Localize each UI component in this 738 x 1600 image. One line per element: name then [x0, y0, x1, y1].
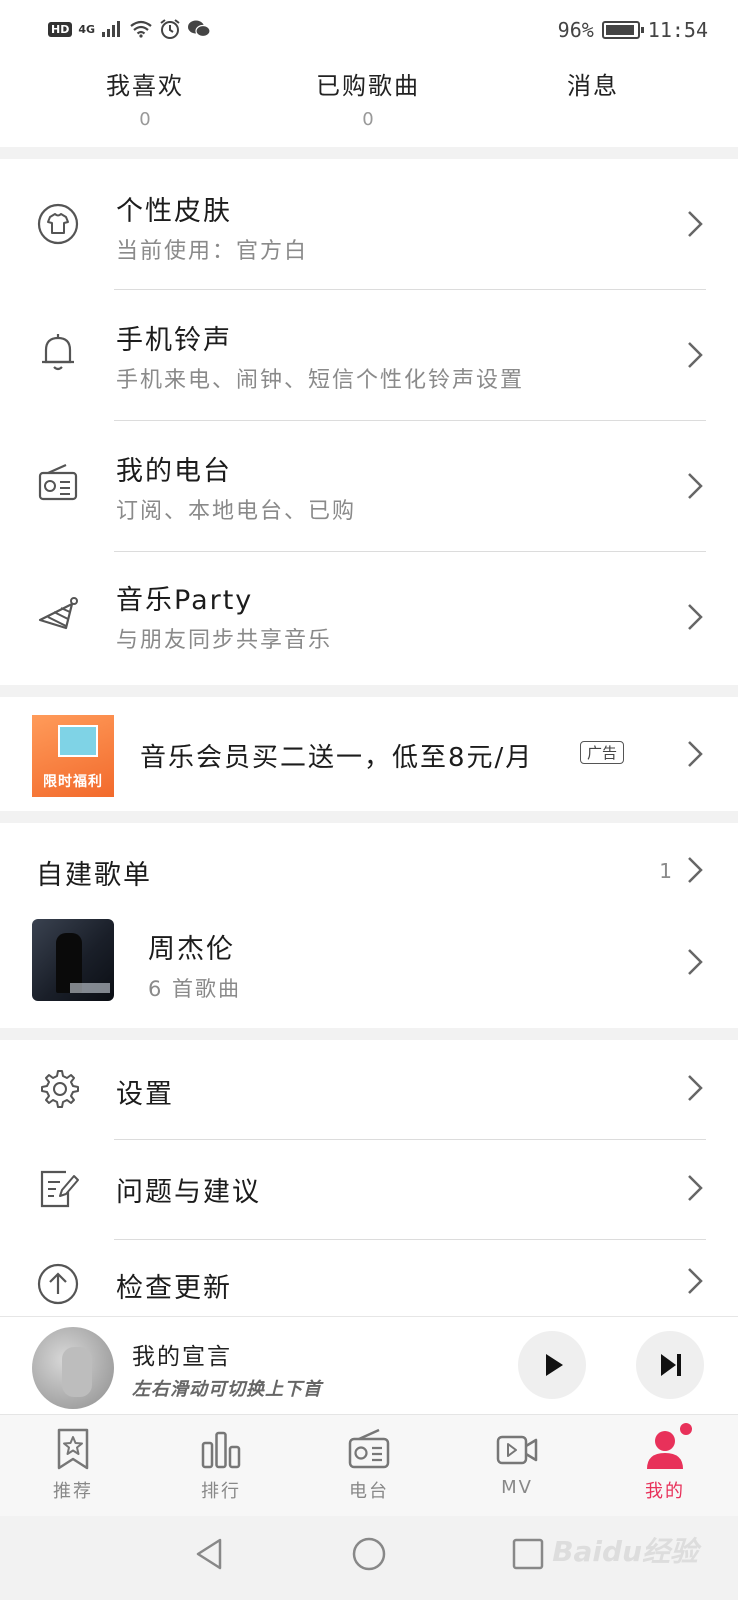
bar-chart-icon: [201, 1431, 241, 1469]
back-icon[interactable]: [190, 1534, 230, 1574]
playlist-subtitle: 6 首歌曲: [148, 977, 242, 1001]
clock: 11:54: [647, 18, 708, 42]
menu-item-feedback[interactable]: 问题与建议: [0, 1140, 738, 1240]
tab-mine[interactable]: 我的: [620, 1423, 710, 1503]
play-icon: [546, 1354, 563, 1376]
party-hat-icon: [38, 597, 78, 630]
tab-bar: 推荐 排行 电台 MV 我的: [0, 1414, 738, 1516]
battery-percent: 96%: [557, 18, 594, 42]
chevron-right-icon[interactable]: [684, 855, 706, 885]
promo-image: 限时福利: [32, 715, 114, 797]
settings-section: 设置 问题与建议 检查更新: [0, 1040, 738, 1316]
video-icon: [496, 1435, 538, 1465]
gift-icon: [58, 725, 98, 757]
tab-label: 推荐: [53, 1481, 93, 1502]
tab-radio[interactable]: 电台: [324, 1427, 414, 1503]
notification-dot: [680, 1423, 692, 1435]
chevron-right-icon: [688, 473, 703, 499]
mini-player[interactable]: 我的宣言 左右滑动可切换上下首: [0, 1316, 738, 1414]
status-right: 96% 11:54: [558, 18, 708, 42]
promo-image-text: 限时福利: [43, 774, 103, 790]
chevron-right-icon: [688, 1268, 703, 1294]
gear-icon: [41, 1070, 79, 1108]
bell-icon: [42, 334, 74, 371]
menu-title: 音乐Party: [116, 585, 254, 616]
menu-title: 设置: [116, 1079, 174, 1110]
menu-subtitle: 当前使用：官方白: [116, 239, 309, 264]
status-left: HD 4G: [48, 18, 211, 40]
menu-item-skin[interactable]: 个性皮肤 当前使用：官方白: [0, 159, 738, 290]
menu-section: 个性皮肤 当前使用：官方白 手机铃声 手机来电、闹钟、短信个性化铃声设置 我的电…: [0, 159, 738, 685]
stats-bar: 我喜欢 0 已购歌曲 0 消息: [0, 62, 738, 147]
recents-icon[interactable]: [508, 1534, 548, 1574]
chevron-right-icon: [688, 1075, 703, 1101]
menu-title: 我的电台: [116, 456, 232, 487]
menu-subtitle: 订阅、本地电台、已购: [116, 499, 357, 524]
status-bar: HD 4G 96% 11:54: [0, 0, 738, 62]
wechat-icon: [188, 20, 211, 38]
tab-label: 排行: [201, 1481, 241, 1502]
stat-count: 0: [139, 109, 151, 130]
menu-title: 个性皮肤: [116, 196, 232, 227]
alarm-icon: [160, 19, 180, 39]
hd-indicator: HD: [48, 21, 73, 37]
menu-item-update[interactable]: 检查更新: [0, 1240, 738, 1316]
chevron-right-icon: [688, 949, 703, 975]
playlist-section: 自建歌单 1 周杰伦 6 首歌曲: [0, 823, 738, 1028]
chevron-right-icon: [688, 741, 703, 767]
promo-banner[interactable]: 限时福利 音乐会员买二送一，低至8元/月 广告: [0, 697, 738, 811]
tab-mv[interactable]: MV: [472, 1427, 562, 1498]
user-icon: [647, 1431, 683, 1469]
menu-item-party[interactable]: 音乐Party 与朋友同步共享音乐: [0, 552, 738, 685]
album-cover: [32, 919, 114, 1001]
menu-title: 手机铃声: [116, 325, 232, 356]
stat-count: 0: [362, 109, 374, 130]
upload-circle-icon: [37, 1263, 79, 1305]
bookmark-star-icon: [57, 1428, 89, 1470]
stat-label: 我喜欢: [106, 72, 184, 100]
wifi-icon: [130, 20, 152, 38]
player-album-art: [32, 1327, 114, 1409]
watermark: Baidu经验: [552, 1535, 698, 1568]
player-title: 我的宣言: [132, 1344, 232, 1370]
menu-title: 检查更新: [116, 1273, 232, 1304]
home-icon[interactable]: [349, 1534, 389, 1574]
battery-icon: [601, 21, 644, 39]
ad-badge: 广告: [580, 741, 625, 764]
menu-subtitle: 与朋友同步共享音乐: [116, 628, 333, 653]
chevron-right-icon: [688, 1175, 703, 1201]
menu-item-radio[interactable]: 我的电台 订阅、本地电台、已购: [0, 421, 738, 552]
skip-next-icon: [661, 1354, 681, 1376]
player-subtitle: 左右滑动可切换上下首: [132, 1379, 322, 1400]
tshirt-icon: [37, 203, 79, 245]
menu-item-settings[interactable]: 设置: [0, 1040, 738, 1140]
tab-recommend[interactable]: 推荐: [28, 1427, 118, 1503]
tab-label: 我的: [645, 1481, 685, 1502]
playlist-count: 1: [659, 859, 672, 883]
playlist-title: 周杰伦: [148, 934, 235, 965]
chevron-right-icon: [688, 604, 703, 630]
edit-note-icon: [40, 1170, 79, 1208]
playlist-header[interactable]: 自建歌单: [36, 853, 152, 892]
tab-label: MV: [501, 1477, 533, 1498]
radio-icon: [348, 1428, 390, 1469]
signal-icon: [102, 21, 121, 37]
menu-subtitle: 手机来电、闹钟、短信个性化铃声设置: [116, 368, 525, 393]
chevron-right-icon: [688, 211, 703, 237]
stat-favorites[interactable]: 我喜欢 0: [65, 66, 225, 130]
menu-title: 问题与建议: [116, 1177, 261, 1208]
network-type: 4G: [78, 22, 96, 36]
chevron-right-icon: [688, 342, 703, 368]
menu-item-ringtone[interactable]: 手机铃声 手机来电、闹钟、短信个性化铃声设置: [0, 290, 738, 421]
stat-messages[interactable]: 消息: [513, 66, 673, 109]
stat-label: 消息: [567, 72, 619, 100]
next-button[interactable]: [636, 1331, 704, 1399]
tab-label: 电台: [349, 1481, 389, 1502]
stat-label: 已购歌曲: [316, 72, 420, 100]
radio-icon: [38, 463, 78, 501]
stat-purchased[interactable]: 已购歌曲 0: [288, 66, 448, 130]
tab-ranking[interactable]: 排行: [176, 1427, 266, 1503]
play-button[interactable]: [518, 1331, 586, 1399]
promo-text: 音乐会员买二送一，低至8元/月: [140, 743, 534, 773]
